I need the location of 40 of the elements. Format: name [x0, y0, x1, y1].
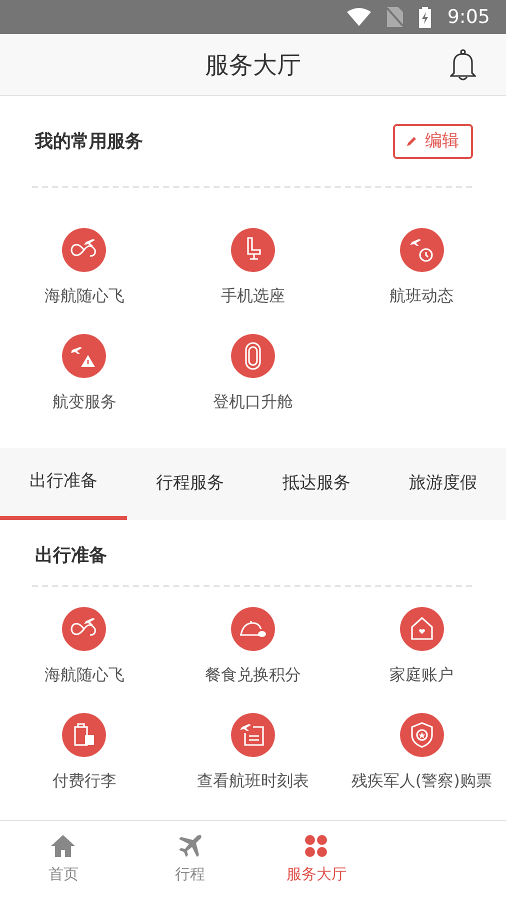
- clock-time: 9:05: [447, 4, 490, 30]
- page-title: 服务大厅: [205, 50, 301, 80]
- flight-schedule-icon[interactable]: [230, 713, 275, 757]
- window-icon[interactable]: [230, 334, 275, 378]
- no-sim-icon: [387, 7, 404, 27]
- infinity-plane-icon[interactable]: [62, 228, 106, 272]
- home-icon: [50, 833, 76, 860]
- luggage-icon[interactable]: [62, 713, 106, 757]
- section-title: 我的常用服务: [35, 130, 143, 154]
- plane-clock-icon[interactable]: [400, 228, 444, 272]
- section-title: 出行准备: [35, 545, 107, 566]
- airplane-icon: [176, 833, 203, 860]
- edit-button[interactable]: 编辑: [393, 124, 473, 159]
- meal-cover-icon[interactable]: [230, 607, 275, 651]
- category-tab[interactable]: 抵达服务: [253, 448, 380, 520]
- service-label[interactable]: 查看航班时刻表: [196, 769, 309, 793]
- service-label[interactable]: 手机选座: [220, 284, 285, 308]
- category-tab[interactable]: 行程服务: [126, 448, 253, 520]
- category-tab[interactable]: 出行准备: [0, 448, 126, 520]
- grid-dots-icon: [303, 833, 330, 860]
- wifi-icon: [347, 8, 372, 26]
- nav-tab[interactable]: 行程: [126, 821, 253, 898]
- battery-charging-icon: [419, 6, 432, 28]
- service-label[interactable]: 付费行李: [52, 769, 116, 793]
- service-label[interactable]: 航变服务: [52, 390, 116, 414]
- pencil-icon: [407, 136, 417, 146]
- service-label[interactable]: 航班动态: [390, 284, 454, 308]
- nav-tab[interactable]: 首页: [0, 821, 126, 898]
- service-label[interactable]: 餐食兑换积分: [204, 663, 301, 687]
- bell-icon[interactable]: [450, 49, 476, 81]
- plane-warning-icon[interactable]: [62, 334, 106, 378]
- nav-tab[interactable]: 服务大厅: [253, 821, 380, 898]
- service-label[interactable]: 海航随心飞: [44, 284, 124, 308]
- seat-icon[interactable]: [230, 228, 275, 272]
- category-tab[interactable]: 旅游度假: [380, 448, 506, 520]
- service-label[interactable]: 登机口升舱: [212, 390, 293, 414]
- service-label[interactable]: 家庭账户: [390, 663, 454, 687]
- service-label[interactable]: 残疾军人(警察)购票: [351, 769, 492, 793]
- service-label[interactable]: 海航随心飞: [44, 663, 124, 687]
- infinity-plane-icon[interactable]: [62, 607, 106, 651]
